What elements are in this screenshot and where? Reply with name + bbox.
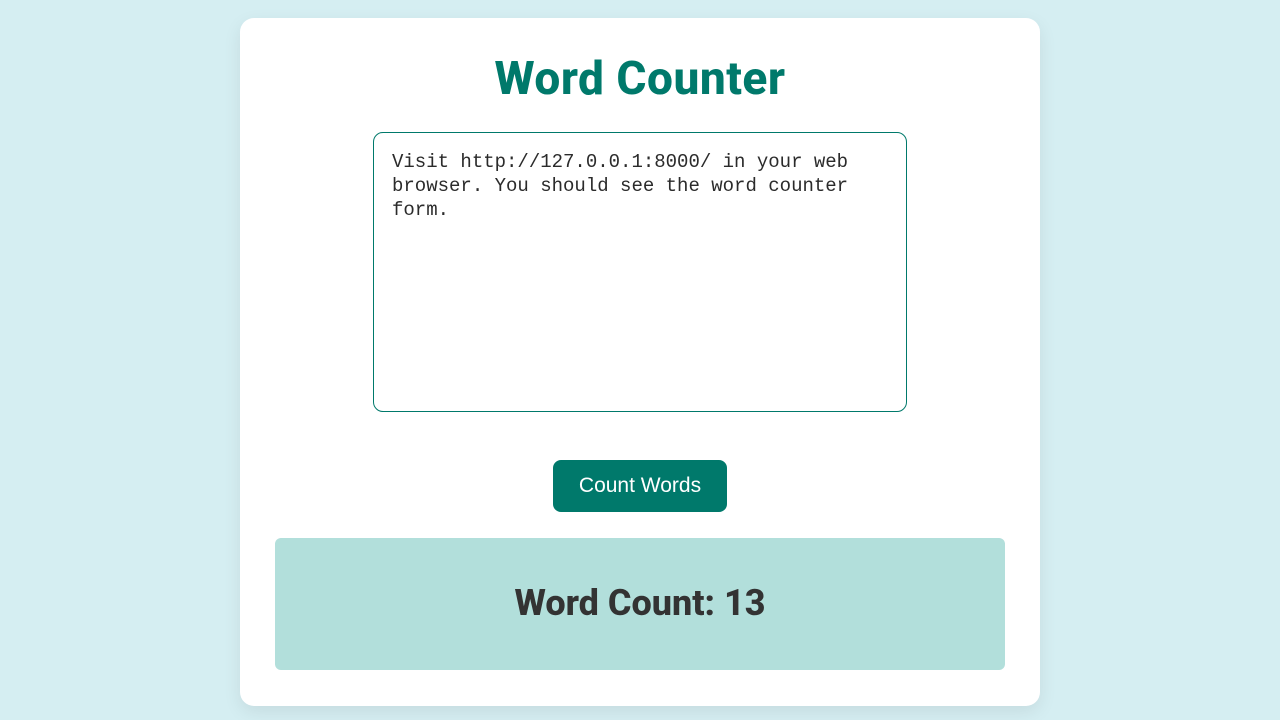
result-value: 13 (724, 582, 766, 624)
app-card: Word Counter Count Words Word Count: 13 (240, 18, 1040, 706)
text-input[interactable] (373, 132, 907, 412)
result-panel: Word Count: 13 (275, 538, 1005, 670)
result-text: Word Count: 13 (295, 582, 985, 624)
page-title: Word Counter (495, 52, 786, 106)
result-label: Word Count: (514, 582, 724, 624)
count-words-button[interactable]: Count Words (553, 460, 727, 512)
